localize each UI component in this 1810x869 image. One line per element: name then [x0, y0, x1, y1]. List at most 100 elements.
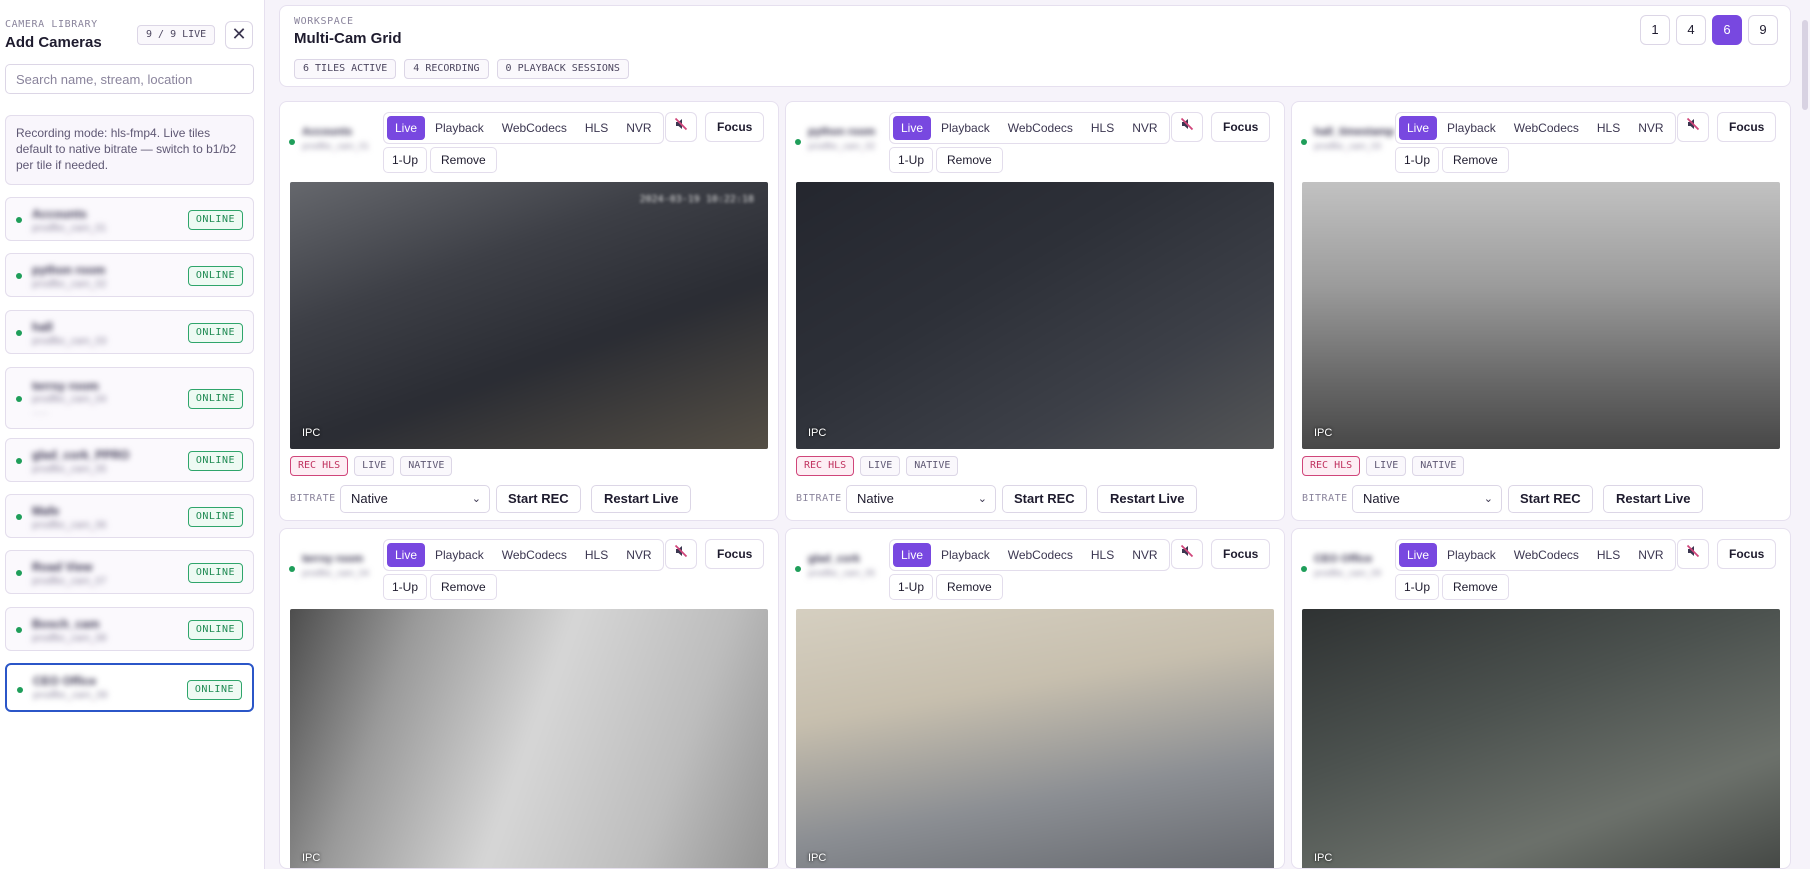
one-up-button[interactable]: 1-Up: [383, 147, 428, 173]
camera-list-item[interactable]: Road View prodfbc_cam_07 ONLINE: [5, 550, 254, 594]
camera-video-feed[interactable]: IPC: [290, 609, 768, 868]
mode-tab-playback[interactable]: Playback: [1439, 543, 1504, 567]
restart-live-button[interactable]: Restart Live: [1603, 485, 1704, 513]
start-rec-button[interactable]: Start REC: [1508, 485, 1593, 513]
grid-9-button[interactable]: 9: [1748, 15, 1778, 45]
mode-tab-webcodecs[interactable]: WebCodecs: [1000, 116, 1081, 140]
one-up-button[interactable]: 1-Up: [889, 147, 934, 173]
mode-tab-nvr[interactable]: NVR: [618, 116, 659, 140]
one-up-button[interactable]: 1-Up: [1395, 574, 1440, 600]
mode-tab-nvr[interactable]: NVR: [618, 543, 659, 567]
search-input[interactable]: [5, 64, 254, 94]
mode-tab-nvr[interactable]: NVR: [1124, 116, 1165, 140]
chevron-down-icon: ⌄: [1483, 493, 1493, 505]
mode-tab-live[interactable]: Live: [893, 543, 932, 567]
mode-tab-nvr[interactable]: NVR: [1630, 116, 1671, 140]
camera-list-item[interactable]: python room prodfbc_cam_02 ONLINE: [5, 253, 254, 297]
focus-button[interactable]: Focus: [1211, 539, 1271, 569]
restart-live-button[interactable]: Restart Live: [591, 485, 692, 513]
start-rec-button[interactable]: Start REC: [496, 485, 581, 513]
focus-button[interactable]: Focus: [705, 112, 765, 142]
camera-video-feed[interactable]: IPC: [1302, 609, 1780, 868]
online-badge: ONLINE: [187, 266, 243, 286]
camera-video-feed[interactable]: IPC: [796, 182, 1274, 449]
bitrate-select[interactable]: Native ⌄: [1352, 485, 1502, 513]
grid-4-button[interactable]: 4: [1676, 15, 1706, 45]
camera-stream-id: prodfbc_cam_07: [32, 576, 107, 587]
camera-stream-id: prodfbc_cam_09: [33, 690, 108, 701]
camera-tile: hall_timestamp prodfbc_cam_03 Live Playba…: [1291, 101, 1791, 521]
one-up-button[interactable]: 1-Up: [383, 574, 428, 600]
mode-tab-playback[interactable]: Playback: [1439, 116, 1504, 140]
stream-mode-tabs: Live Playback WebCodecs HLS NVR: [889, 112, 1170, 144]
mode-tab-hls[interactable]: HLS: [1083, 116, 1122, 140]
page-title: Multi-Cam Grid: [294, 30, 402, 47]
mode-tab-live[interactable]: Live: [1399, 543, 1438, 567]
camera-list-item[interactable]: terrsy room prodfbc_cam_04 ····· ONLINE: [5, 367, 254, 429]
camera-name: Road View: [32, 560, 93, 574]
mode-tab-webcodecs[interactable]: WebCodecs: [1000, 543, 1081, 567]
camera-video-feed[interactable]: IPC: [796, 609, 1274, 868]
mode-tab-webcodecs[interactable]: WebCodecs: [494, 116, 575, 140]
camera-video-feed[interactable]: 2024-03-19 10:22:18 IPC: [290, 182, 768, 449]
mode-tab-hls[interactable]: HLS: [1083, 543, 1122, 567]
focus-button[interactable]: Focus: [1717, 539, 1777, 569]
mode-tab-hls[interactable]: HLS: [577, 543, 616, 567]
focus-button[interactable]: Focus: [1717, 112, 1777, 142]
camera-name: hall: [32, 320, 53, 334]
grid-1-button[interactable]: 1: [1640, 15, 1670, 45]
close-icon[interactable]: ✕: [225, 21, 253, 49]
mode-tab-hls[interactable]: HLS: [577, 116, 616, 140]
chevron-down-icon: ⌄: [977, 493, 987, 505]
remove-tile-button[interactable]: Remove: [936, 147, 1003, 173]
speaker-off-icon[interactable]: [665, 539, 697, 569]
camera-list-item[interactable]: hall prodfbc_cam_03 ONLINE: [5, 310, 254, 354]
camera-list-item[interactable]: glad_cork_PPRO prodfbc_cam_05 ONLINE: [5, 438, 254, 482]
focus-button[interactable]: Focus: [705, 539, 765, 569]
speaker-off-icon[interactable]: [665, 112, 697, 142]
mode-tab-webcodecs[interactable]: WebCodecs: [494, 543, 575, 567]
mode-tab-hls[interactable]: HLS: [1589, 116, 1628, 140]
mode-tab-webcodecs[interactable]: WebCodecs: [1506, 116, 1587, 140]
remove-tile-button[interactable]: Remove: [936, 574, 1003, 600]
mode-tab-live[interactable]: Live: [1399, 116, 1438, 140]
one-up-button[interactable]: 1-Up: [1395, 147, 1440, 173]
speaker-off-icon[interactable]: [1677, 539, 1709, 569]
mode-tab-playback[interactable]: Playback: [427, 543, 492, 567]
native-badge: NATIVE: [906, 456, 959, 476]
mode-tab-webcodecs[interactable]: WebCodecs: [1506, 543, 1587, 567]
mode-tab-hls[interactable]: HLS: [1589, 543, 1628, 567]
mode-tab-playback[interactable]: Playback: [427, 116, 492, 140]
camera-list-item[interactable]: CEO Office prodfbc_cam_09 ONLINE: [5, 663, 254, 712]
page-scrollbar[interactable]: [1802, 20, 1808, 110]
camera-list-item[interactable]: Accounts prodfbc_cam_01 ONLINE: [5, 197, 254, 241]
video-frame: [290, 182, 768, 449]
camera-video-feed[interactable]: IPC: [1302, 182, 1780, 449]
mode-tab-nvr[interactable]: NVR: [1630, 543, 1671, 567]
mode-tab-live[interactable]: Live: [387, 543, 426, 567]
speaker-off-icon[interactable]: [1171, 112, 1203, 142]
tile-stream-id: prodfbc_cam_09: [1314, 568, 1382, 578]
focus-button[interactable]: Focus: [1211, 112, 1271, 142]
camera-name: Accounts: [32, 207, 87, 221]
bitrate-select[interactable]: Native ⌄: [846, 485, 996, 513]
one-up-button[interactable]: 1-Up: [889, 574, 934, 600]
start-rec-button[interactable]: Start REC: [1002, 485, 1087, 513]
mode-tab-live[interactable]: Live: [893, 116, 932, 140]
mode-tab-playback[interactable]: Playback: [933, 116, 998, 140]
restart-live-button[interactable]: Restart Live: [1097, 485, 1198, 513]
bitrate-select[interactable]: Native ⌄: [340, 485, 490, 513]
grid-6-button[interactable]: 6: [1712, 15, 1742, 45]
online-badge: ONLINE: [187, 507, 243, 527]
speaker-off-icon[interactable]: [1677, 112, 1709, 142]
remove-tile-button[interactable]: Remove: [1442, 574, 1509, 600]
speaker-off-icon[interactable]: [1171, 539, 1203, 569]
remove-tile-button[interactable]: Remove: [430, 574, 497, 600]
mode-tab-playback[interactable]: Playback: [933, 543, 998, 567]
remove-tile-button[interactable]: Remove: [1442, 147, 1509, 173]
camera-list-item[interactable]: Bosch_cam prodfbc_cam_08 ONLINE: [5, 607, 254, 651]
mode-tab-live[interactable]: Live: [387, 116, 426, 140]
mode-tab-nvr[interactable]: NVR: [1124, 543, 1165, 567]
remove-tile-button[interactable]: Remove: [430, 147, 497, 173]
camera-list-item[interactable]: Mafe prodfbc_cam_06 ONLINE: [5, 494, 254, 538]
